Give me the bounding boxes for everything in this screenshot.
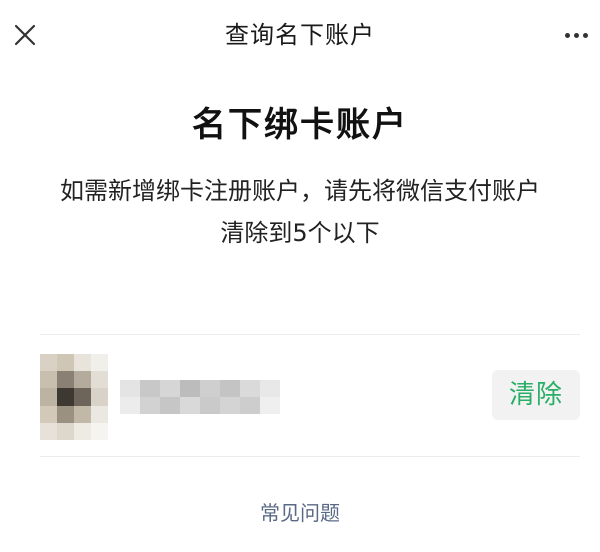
section-heading: 名下绑卡账户 xyxy=(192,105,408,145)
account-row: 清除 xyxy=(40,352,580,440)
more-icon xyxy=(564,32,570,38)
navigation-bar: 查询名下账户 xyxy=(0,0,600,70)
faq-link[interactable]: 常见问题 xyxy=(0,498,600,528)
page: 查询名下账户 名下绑卡账户 如需新增绑卡注册账户，请先将微信支付账户 清除到5个… xyxy=(0,0,600,552)
description-line-2: 清除到5个以下 xyxy=(220,219,380,247)
more-button[interactable] xyxy=(556,18,596,52)
description-text: 如需新增绑卡注册账户，请先将微信支付账户 清除到5个以下 xyxy=(20,170,580,254)
blurred-account-name xyxy=(120,380,280,414)
divider-bottom xyxy=(40,456,580,457)
description-line-1: 如需新增绑卡注册账户，请先将微信支付账户 xyxy=(60,177,540,205)
page-title: 查询名下账户 xyxy=(225,21,375,49)
divider-top xyxy=(40,334,580,335)
clear-button[interactable]: 清除 xyxy=(492,370,580,420)
blurred-avatar-icon xyxy=(40,354,108,440)
